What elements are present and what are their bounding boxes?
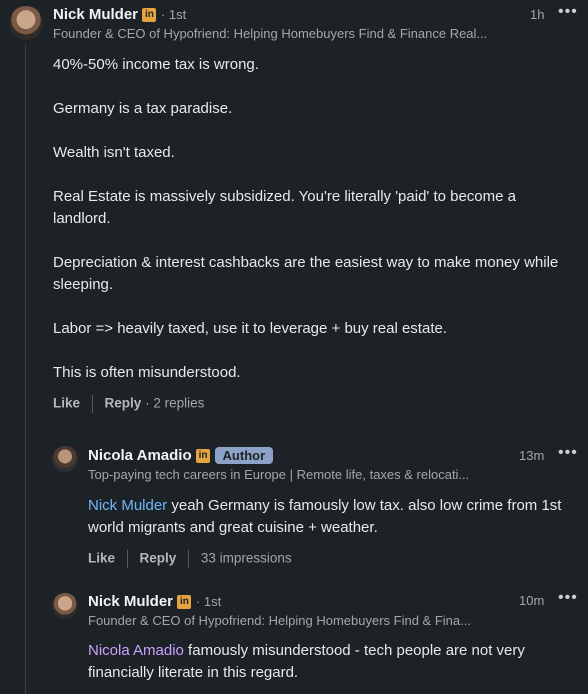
divider <box>91 395 93 413</box>
author-badge: Author <box>214 447 274 465</box>
avatar[interactable] <box>9 6 43 40</box>
reply-time: 13m <box>519 448 545 463</box>
comment-body: 40%-50% income tax is wrong. Germany is … <box>53 54 573 406</box>
comment-paragraph: This is often misunderstood. <box>53 364 241 381</box>
linkedin-premium-icon: in <box>177 594 192 609</box>
author-headline: Founder & CEO of Hypofriend: Helping Hom… <box>88 613 471 628</box>
avatar[interactable] <box>52 593 78 619</box>
comment-paragraph: Depreciation & interest cashbacks are th… <box>53 254 559 293</box>
author-headline: Founder & CEO of Hypofriend: Helping Hom… <box>53 26 488 41</box>
comment-paragraph: Germany is a tax paradise. <box>53 100 233 117</box>
author-name[interactable]: Nick Mulder <box>53 6 138 23</box>
impressions-count[interactable]: 33 impressions <box>201 551 292 566</box>
avatar[interactable] <box>52 446 78 472</box>
author-name[interactable]: Nicola Amadio <box>88 447 192 464</box>
divider <box>188 550 190 568</box>
comment-paragraph: Wealth isn't taxed. <box>53 144 175 161</box>
linkedin-premium-icon: in <box>196 448 211 463</box>
reply-header: Nicola Amadio in Author <box>88 447 274 465</box>
replies-count[interactable]: · 2 replies <box>145 396 204 411</box>
like-button[interactable]: Like <box>53 396 80 411</box>
comment-header: Nick Mulder in · 1st <box>53 6 186 24</box>
reply-time: 10m <box>519 593 545 608</box>
comment-paragraph: Real Estate is massively subsidized. You… <box>53 188 516 227</box>
comment-paragraph: 40%-50% income tax is wrong. <box>53 56 259 73</box>
more-options-icon[interactable]: ••• <box>558 444 578 462</box>
reply-actions: Like Reply 33 impressions <box>88 550 292 568</box>
connection-degree: · 1st <box>195 594 222 609</box>
reply-header: Nick Mulder in · 1st <box>88 593 221 611</box>
comment-paragraph: Labor => heavily taxed, use it to levera… <box>53 320 447 337</box>
comment-time: 1h <box>530 7 545 22</box>
comment-actions: Like Reply · 2 replies <box>53 395 204 413</box>
divider <box>126 550 128 568</box>
author-name[interactable]: Nick Mulder <box>88 593 173 610</box>
reply-button[interactable]: Reply <box>140 551 177 566</box>
mention-link[interactable]: Nicola Amadio <box>88 642 184 659</box>
linkedin-premium-icon: in <box>142 7 157 22</box>
more-options-icon[interactable]: ••• <box>558 589 578 607</box>
like-button[interactable]: Like <box>88 551 115 566</box>
more-options-icon[interactable]: ••• <box>558 3 578 21</box>
connection-degree: · 1st <box>160 7 187 22</box>
reply-button[interactable]: Reply <box>105 396 142 411</box>
mention-link[interactable]: Nick Mulder <box>88 497 167 514</box>
reply-body: Nicola Amadio famously misunderstood - t… <box>88 640 578 684</box>
author-headline: Top-paying tech careers in Europe | Remo… <box>88 467 470 482</box>
reply-body: Nick Mulder yeah Germany is famously low… <box>88 495 578 539</box>
thread-line <box>25 44 26 694</box>
